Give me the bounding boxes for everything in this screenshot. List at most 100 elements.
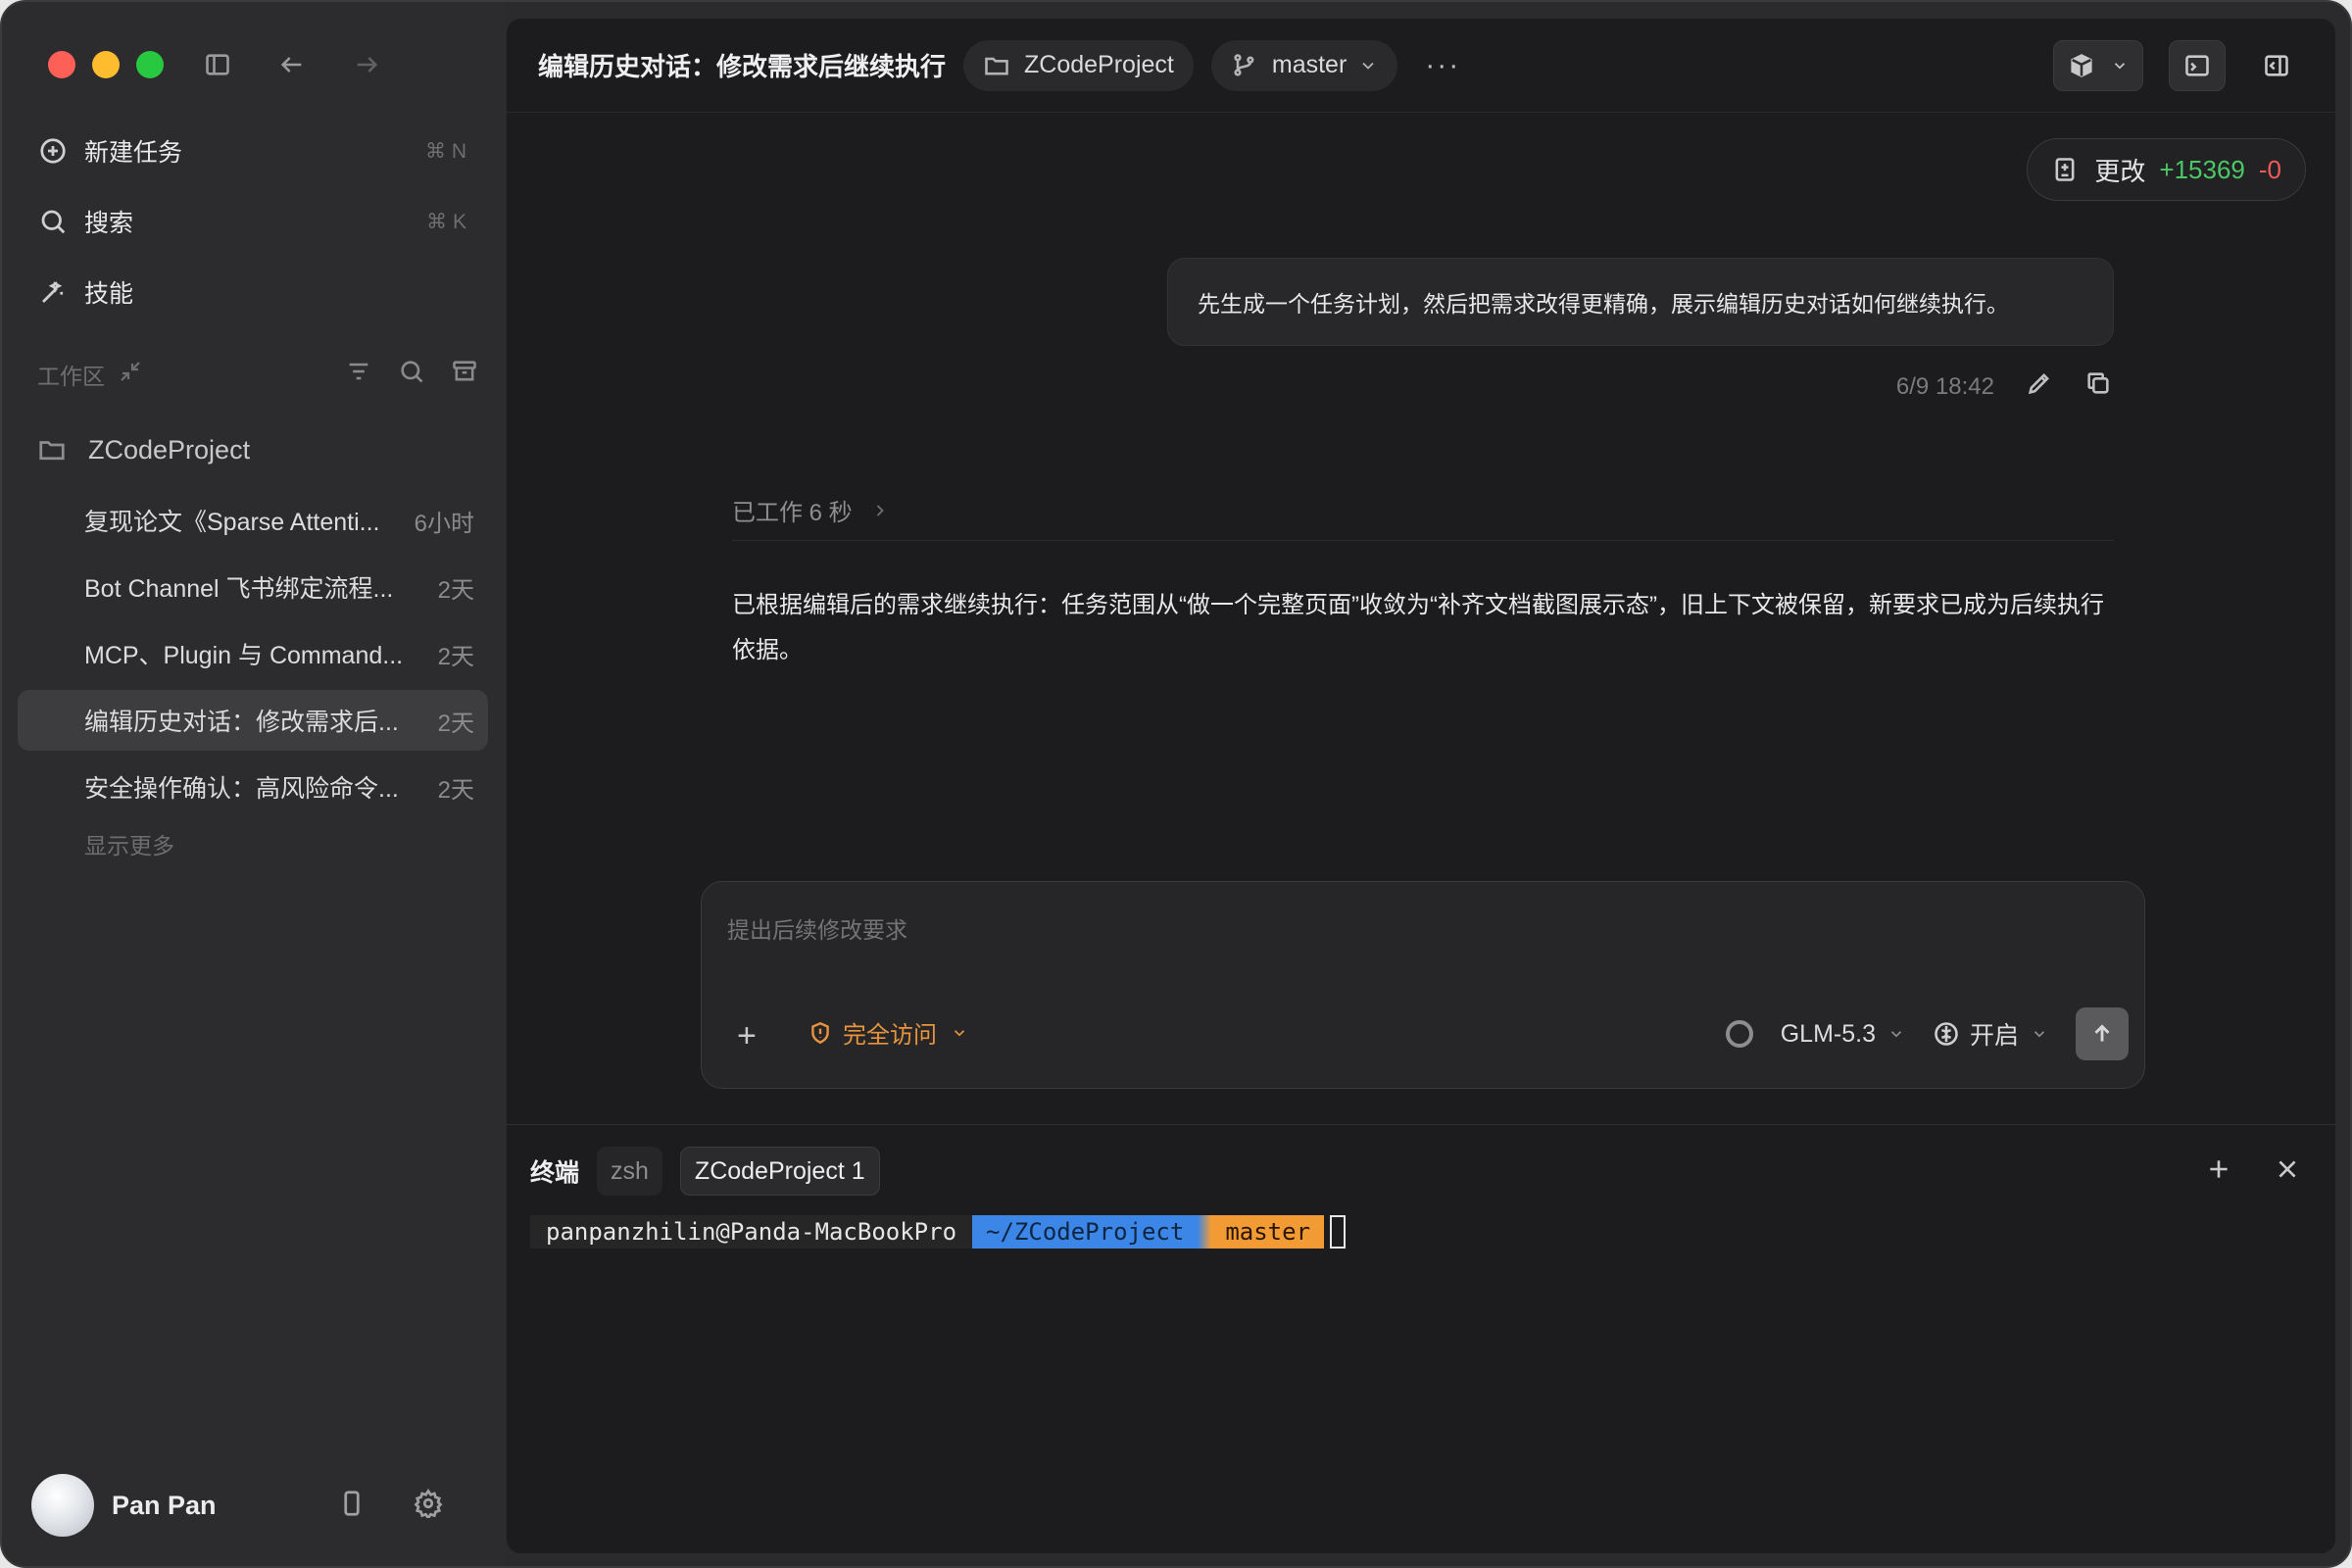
toggle-sidebar-button[interactable] [198,45,237,84]
plus-icon [2210,1160,2228,1178]
folder-icon [39,441,65,461]
nav-search[interactable]: 搜索 ⌘ K [35,194,476,249]
nav-new-task-label: 新建任务 [84,139,183,167]
plus-circle-icon [35,133,71,169]
show-more-link[interactable]: 显示更多 [84,827,174,860]
changes-label: 更改 [2094,156,2146,186]
task-title: MCP、Plugin 与 Command... [84,642,404,669]
prompt-path: ~/ZCodeProject [972,1215,1199,1249]
tab-zsh[interactable]: zsh [597,1147,662,1196]
brain-icon [1935,1022,1958,1046]
collapse-arrows-icon [121,362,140,381]
assistant-response: 已根据编辑后的需求继续执行：任务范围从“做一个完整页面”收敛为“补齐文档截图展示… [732,592,2104,663]
task-title: 编辑历史对话：修改需求后... [84,709,399,736]
terminal-icon [2185,55,2209,76]
minimize-window-button[interactable] [92,51,120,78]
nav-search-shortcut: ⌘ K [426,210,466,233]
folder-icon [985,57,1008,74]
workspace-header: 工作区 [37,355,478,394]
collapse-workspace-button[interactable] [119,360,142,389]
terminal-cursor [1330,1215,1347,1249]
user-name[interactable]: Pan Pan [112,1491,217,1521]
header-bar: 编辑历史对话：修改需求后继续执行 ZCodeProject master ··· [507,19,2335,113]
project-folder-label: ZCodeProject [88,434,251,465]
copy-icon [2087,372,2109,394]
sidebar: 新建任务 ⌘ N 搜索 ⌘ K 技能 工作区 ZCodeProject 复现论文… [2,2,506,1566]
filter-button[interactable] [345,358,372,391]
arrow-left-icon [280,57,302,73]
terminal-panel: 终端 zsh ZCodeProject 1 panpanzhilin@Panda… [507,1124,2335,1553]
task-item[interactable]: MCP、Plugin 与 Command... 2天 [18,623,488,684]
chevron-down-icon [2114,63,2126,70]
task-item[interactable]: Bot Channel 飞书绑定流程... 2天 [18,557,488,617]
terminal-toggle-button[interactable] [2169,40,2226,91]
archive-button[interactable] [451,358,478,391]
phone-icon [344,1490,360,1516]
nav-skills[interactable]: 技能 [35,265,476,319]
work-duration-toggle[interactable]: 已工作 6 秒 [732,493,890,527]
workspace-label: 工作区 [37,364,105,389]
context-usage-indicator[interactable] [1725,1020,1753,1048]
avatar[interactable] [31,1474,94,1537]
close-window-button[interactable] [48,51,75,78]
sidebar-top-toolbar [198,45,386,84]
composer-controls: GLM-5.3 开启 [1725,1007,2129,1060]
send-button[interactable] [2076,1007,2129,1060]
model-selector[interactable]: GLM-5.3 [1781,1020,1905,1049]
message-input[interactable]: 提出后续修改要求 [727,911,907,945]
task-time: 2天 [437,643,474,670]
project-selector[interactable]: ZCodeProject [963,39,1194,91]
user-message-bubble: 先生成一个任务计划，然后把需求改得更精确，展示编辑历史对话如何继续执行。 [1167,258,2114,346]
copy-message-button[interactable] [2084,369,2112,404]
message-meta: 6/9 18:42 [1896,369,2112,404]
forward-button[interactable] [347,45,386,84]
toggle-right-panel-button[interactable] [2251,40,2302,91]
terminal-prompt[interactable]: panpanzhilin@Panda-MacBookPro ~/ZCodePro… [530,1215,1347,1249]
device-button[interactable] [337,1489,367,1523]
thinking-toggle[interactable]: 开启 [1933,1016,2048,1052]
filter-icon [349,363,368,380]
main-panel: 编辑历史对话：修改需求后继续执行 ZCodeProject master ··· [506,18,2336,1554]
app-window: 新建任务 ⌘ N 搜索 ⌘ K 技能 工作区 ZCodeProject 复现论文… [0,0,2352,1568]
archive-icon [453,361,476,381]
chevron-right-icon [876,504,884,516]
model-label: GLM-5.3 [1780,1019,1876,1048]
chevron-down-icon [2034,1031,2045,1038]
access-mode-dropdown[interactable]: 完全访问 [808,1015,968,1050]
thinking-label: 开启 [1969,1022,2019,1050]
prompt-branch: master [1211,1215,1325,1249]
task-title: 复现论文《Sparse Attenti... [84,509,380,536]
settings-button[interactable] [414,1488,443,1523]
work-duration-label: 已工作 6 秒 [732,500,853,526]
terminal-actions [2206,1156,2300,1187]
new-terminal-button[interactable] [2206,1156,2231,1187]
diff-icon [2055,158,2075,181]
branch-selector[interactable]: master [1210,39,1398,91]
task-item[interactable]: 安全操作确认：高风险命令... 2天 [18,757,488,817]
task-item[interactable]: 复现论文《Sparse Attenti... 6小时 [18,490,488,551]
composer: 提出后续修改要求 + 完全访问 GLM-5.3 开启 [701,881,2145,1089]
search-icon [35,204,71,239]
chevron-down-icon [954,1029,965,1036]
close-terminal-button[interactable] [2275,1156,2300,1187]
user-profile: Pan Pan [31,1472,482,1539]
add-attachment-button[interactable]: + [737,1019,757,1053]
terminal-tabs: 终端 zsh ZCodeProject 1 [530,1147,880,1196]
nav-new-task[interactable]: 新建任务 ⌘ N [35,123,476,178]
edit-message-button[interactable] [2026,369,2053,404]
shield-icon [811,1021,829,1044]
gear-icon [414,1488,443,1520]
lines-added: +15369 [2159,154,2245,184]
task-item-active[interactable]: 编辑历史对话：修改需求后... 2天 [18,690,488,751]
workspace-search-button[interactable] [398,358,425,391]
changes-button[interactable]: 更改 +15369 -0 [2027,138,2306,201]
prompt-separator [1198,1215,1212,1249]
maximize-window-button[interactable] [136,51,164,78]
project-folder[interactable]: ZCodeProject [37,427,250,472]
tab-zcodeproject[interactable]: ZCodeProject 1 [679,1147,880,1196]
environment-dropdown[interactable] [2053,40,2143,91]
project-selector-label: ZCodeProject [1024,51,1174,78]
more-options-button[interactable]: ··· [1425,49,1460,82]
page-title: 编辑历史对话：修改需求后继续执行 [538,52,947,81]
back-button[interactable] [272,45,312,84]
